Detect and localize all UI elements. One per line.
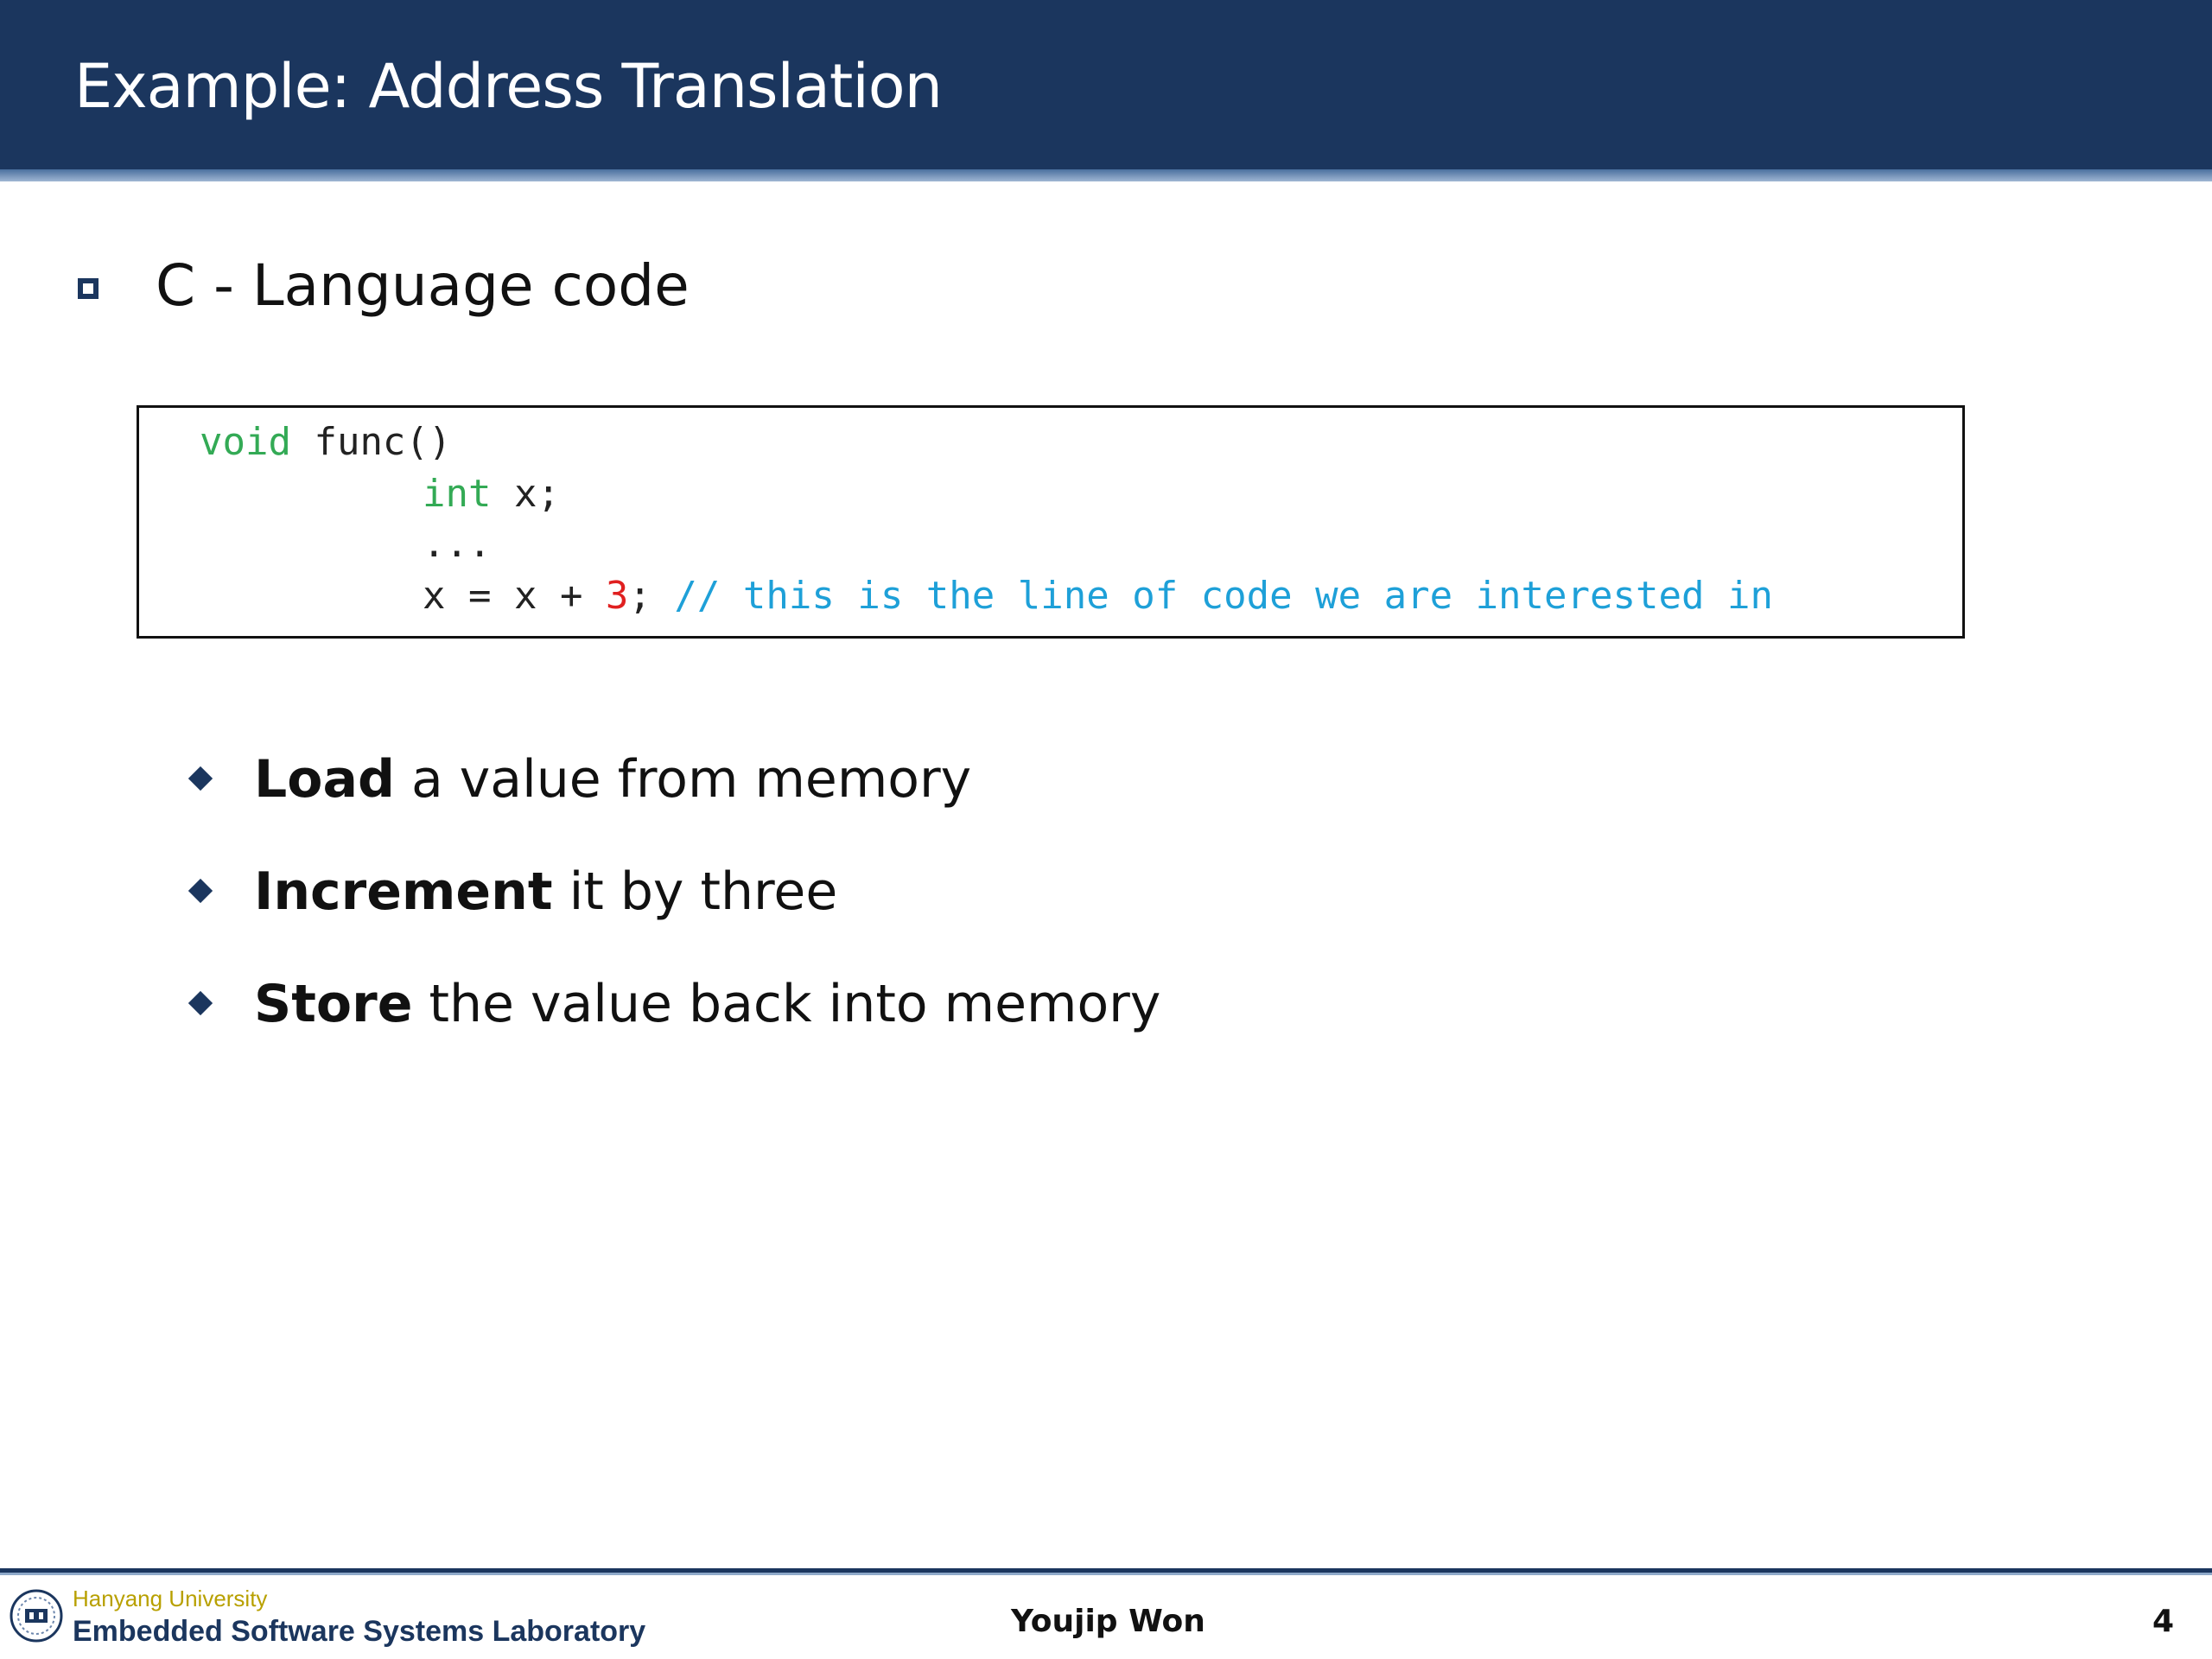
code-keyword-void: void — [200, 420, 291, 464]
code-line-4: x = x + 3; // this is the line of code w… — [423, 570, 1773, 622]
sub-bullet-bold: Increment — [254, 861, 553, 922]
title-bar: Example: Address Translation — [0, 0, 2212, 169]
code-number: 3 — [605, 574, 629, 618]
sub-bullet-bold: Store — [254, 974, 413, 1034]
sub-bullet-increment: Increment it by three — [0, 849, 2212, 935]
page-number: 4 — [2152, 1604, 2174, 1639]
code-func-signature: func() — [290, 420, 452, 464]
code-semicolon: ; — [628, 574, 675, 618]
sub-bullet-bold: Load — [254, 749, 395, 810]
diamond-bullet-icon — [188, 878, 213, 904]
code-assignment: x = x + — [423, 574, 606, 618]
sub-bullet-load: Load a value from memory — [0, 736, 2212, 823]
university-seal-icon — [10, 1589, 63, 1643]
code-declaration: x; — [491, 472, 560, 516]
sub-bullet-rest: the value back into memory — [412, 974, 1161, 1034]
lab-name: Embedded Software Systems Laboratory — [73, 1615, 646, 1648]
code-keyword-int: int — [423, 472, 492, 516]
title-bar-stripe — [0, 169, 2212, 181]
sub-bullet-text: Store the value back into memory — [254, 961, 1160, 1047]
main-bullet-text: C - Language code — [156, 252, 690, 319]
slide-title: Example: Address Translation — [74, 51, 943, 122]
presenter-name: Youjip Won — [1011, 1604, 1205, 1639]
code-box: void func() int x; ... x = x + 3; // thi… — [137, 405, 1965, 639]
sub-bullet-rest: it by three — [552, 861, 838, 922]
sub-bullet-text: Increment it by three — [254, 849, 837, 935]
code-line-2: int x; — [423, 468, 560, 520]
sub-bullet-rest: a value from memory — [394, 749, 972, 810]
code-line-1: void func() — [200, 416, 451, 468]
diamond-bullet-icon — [188, 766, 213, 791]
footer-divider-accent — [0, 1573, 2212, 1575]
code-comment: // this is the line of code we are inter… — [674, 574, 1773, 618]
university-name: Hanyang University — [73, 1586, 268, 1611]
square-bullet-icon — [78, 278, 99, 299]
diamond-bullet-icon — [188, 990, 213, 1016]
code-line-3: ... — [423, 522, 492, 566]
sub-bullet-text: Load a value from memory — [254, 736, 971, 823]
sub-bullet-store: Store the value back into memory — [0, 961, 2212, 1047]
